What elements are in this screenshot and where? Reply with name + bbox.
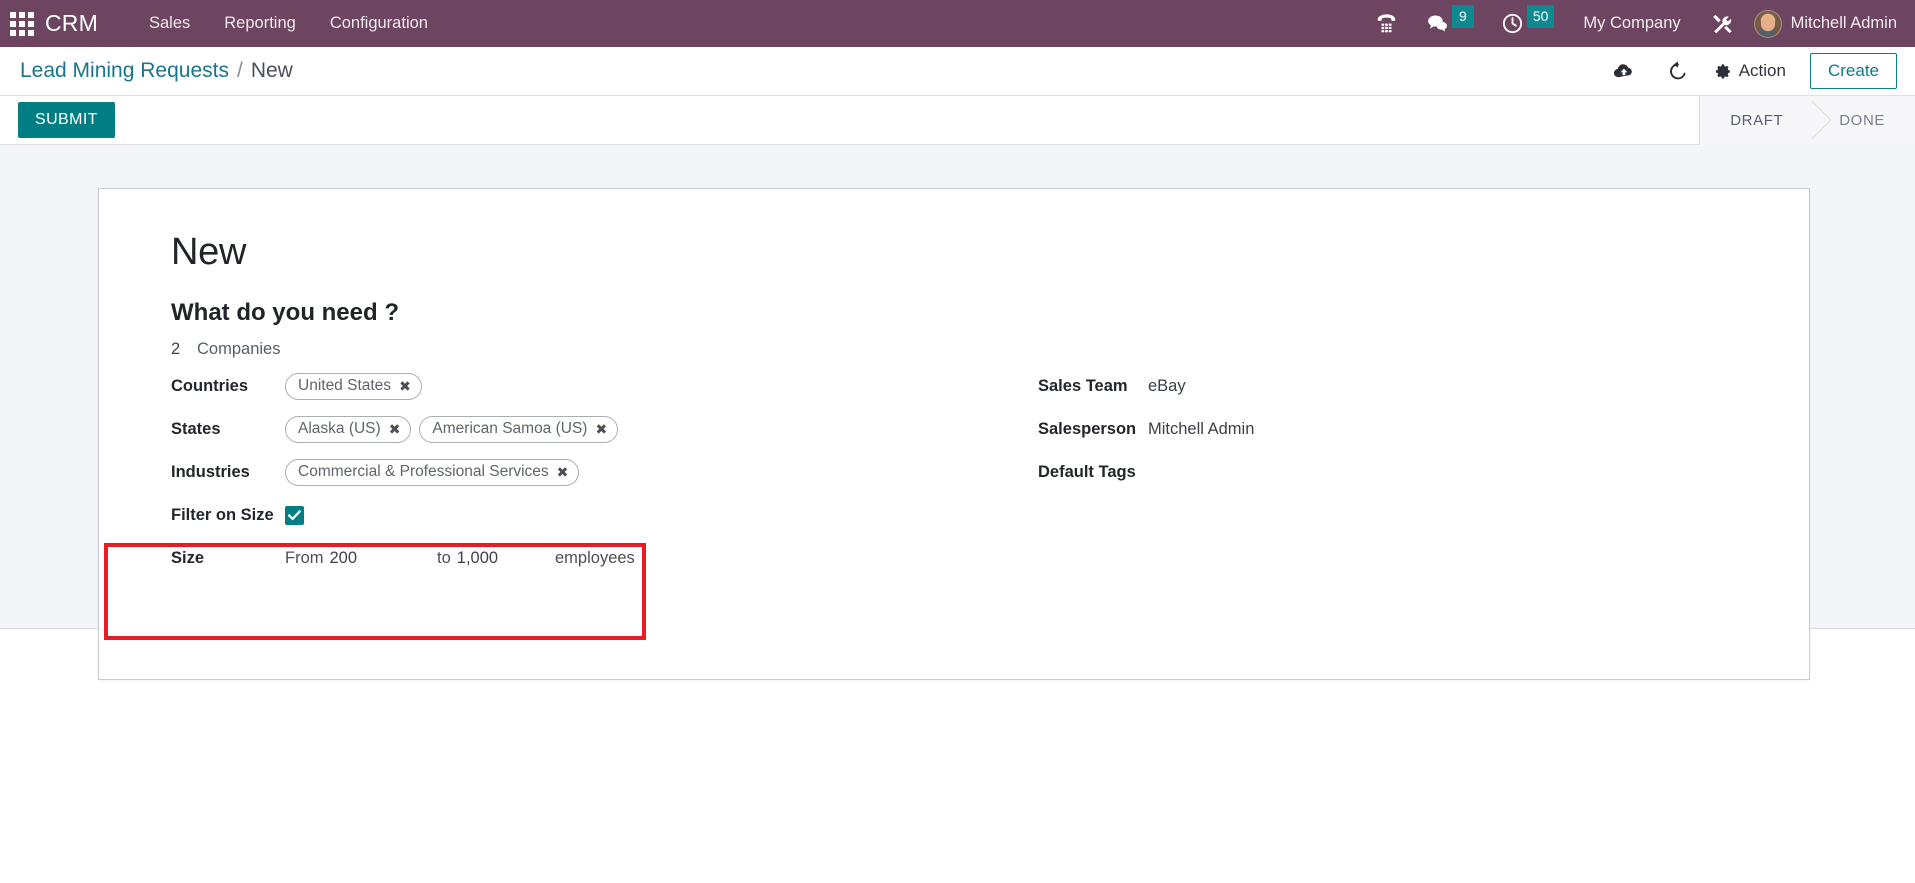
- apps-grid-icon[interactable]: [9, 11, 35, 37]
- action-menu-label: Action: [1738, 61, 1786, 80]
- label-industries: Industries: [171, 463, 250, 481]
- field-row-sales-team: Sales Team eBay: [1038, 365, 1759, 408]
- label-states: States: [171, 420, 221, 438]
- form-column-left: 2 Companies Countries United States ✖ St…: [149, 333, 954, 580]
- submit-button[interactable]: SUBMIT: [18, 102, 115, 138]
- menu-sales[interactable]: Sales: [132, 0, 207, 47]
- tag-label: Alaska (US): [298, 420, 381, 437]
- activities-button[interactable]: 50: [1487, 0, 1568, 47]
- section-title: What do you need ?: [171, 299, 399, 326]
- messages-badge: 9: [1451, 5, 1474, 28]
- field-row-default-tags: Default Tags: [1038, 451, 1759, 494]
- tags-countries[interactable]: United States ✖: [285, 373, 422, 400]
- field-row-salesperson: Salesperson Mitchell Admin: [1038, 408, 1759, 451]
- save-record-button[interactable]: [1597, 51, 1651, 91]
- tag-label: American Samoa (US): [432, 420, 588, 437]
- tag-remove-icon[interactable]: ✖: [595, 422, 607, 436]
- field-row-filter-on-size: Filter on Size: [171, 494, 954, 536]
- label-countries: Countries: [171, 377, 249, 395]
- tag-remove-icon[interactable]: ✖: [557, 465, 569, 479]
- size-to-group: to 1,000: [437, 549, 555, 568]
- voip-phone-icon: [1377, 14, 1396, 33]
- systray: 9 50 My Company Mitchell Admin: [1361, 0, 1915, 47]
- field-row-size: Size From 200 to 1,000 employees: [171, 536, 954, 580]
- tools-wrench-icon: [1712, 14, 1732, 34]
- right-column-spacer: [1038, 333, 1759, 365]
- cloud-upload-icon: [1613, 64, 1632, 78]
- stage-pipeline: DRAFT DONE: [1699, 95, 1915, 145]
- create-button[interactable]: Create: [1809, 53, 1897, 89]
- undo-rotate-icon: [1669, 61, 1686, 80]
- top-navbar: CRM Sales Reporting Configuration 9 50 M…: [0, 0, 1915, 47]
- tag-label: Commercial & Professional Services: [298, 463, 549, 480]
- breadcrumb-current: New: [250, 59, 293, 82]
- discard-changes-button[interactable]: [1651, 51, 1705, 91]
- action-menu-button[interactable]: Action: [1705, 61, 1802, 81]
- field-row-states: States Alaska (US) ✖ American Samoa (US)…: [171, 408, 954, 451]
- companies-count-value[interactable]: 2: [171, 340, 197, 359]
- label-default-tags: Default Tags: [1038, 463, 1136, 481]
- companies-count-row: 2 Companies: [171, 333, 954, 365]
- companies-count-label: Companies: [197, 339, 281, 358]
- menu-reporting[interactable]: Reporting: [207, 0, 313, 47]
- form-columns: 2 Companies Countries United States ✖ St…: [149, 333, 1759, 580]
- size-to-input[interactable]: 1,000: [457, 549, 498, 568]
- page-title: New: [171, 231, 247, 273]
- tag-remove-icon[interactable]: ✖: [399, 379, 411, 393]
- label-size: Size: [171, 548, 205, 567]
- label-filter-on-size: Filter on Size: [171, 505, 274, 524]
- developer-tools-button[interactable]: [1697, 0, 1748, 47]
- size-from-input[interactable]: 200: [330, 549, 358, 568]
- form-sheet: New What do you need ? 2 Companies Count…: [98, 188, 1810, 680]
- label-sales-team: Sales Team: [1038, 377, 1128, 395]
- activities-badge: 50: [1526, 5, 1555, 28]
- tag-state-alaska[interactable]: Alaska (US) ✖: [285, 416, 412, 443]
- stage-draft[interactable]: DRAFT: [1700, 95, 1814, 145]
- form-column-right: Sales Team eBay Salesperson Mitchell Adm…: [954, 333, 1759, 580]
- menu-configuration[interactable]: Configuration: [313, 0, 445, 47]
- size-to-prefix: to: [437, 548, 451, 567]
- control-panel: Lead Mining Requests / New Action Create: [0, 47, 1915, 96]
- tag-industry[interactable]: Commercial & Professional Services ✖: [285, 459, 580, 486]
- company-switcher[interactable]: My Company: [1567, 0, 1696, 47]
- gear-icon: [1715, 63, 1730, 79]
- filter-on-size-checkbox[interactable]: [285, 505, 304, 525]
- avatar: [1753, 9, 1782, 38]
- breadcrumb-separator: /: [236, 59, 243, 82]
- messages-button[interactable]: 9: [1412, 0, 1487, 47]
- voip-phone-button[interactable]: [1361, 0, 1412, 47]
- tags-industries[interactable]: Commercial & Professional Services ✖: [285, 459, 580, 486]
- value-salesperson[interactable]: Mitchell Admin: [1148, 420, 1254, 439]
- user-name: Mitchell Admin: [1790, 14, 1897, 32]
- tag-remove-icon[interactable]: ✖: [389, 422, 401, 436]
- size-from-group: From 200: [285, 549, 437, 568]
- activities-clock-icon: [1502, 13, 1522, 34]
- field-row-countries: Countries United States ✖: [171, 365, 954, 408]
- size-unit-label: employees: [555, 548, 635, 567]
- messages-icon: [1427, 15, 1447, 32]
- tag-country[interactable]: United States ✖: [285, 373, 422, 400]
- value-sales-team[interactable]: eBay: [1148, 377, 1186, 396]
- app-brand-crm[interactable]: CRM: [45, 10, 98, 37]
- tag-state-american-samoa[interactable]: American Samoa (US) ✖: [419, 416, 619, 443]
- field-row-industries: Industries Commercial & Professional Ser…: [171, 451, 954, 494]
- control-panel-actions: Action Create: [1597, 51, 1897, 91]
- tag-label: United States: [298, 377, 392, 394]
- label-salesperson: Salesperson: [1038, 420, 1137, 438]
- status-bar: SUBMIT DRAFT DONE: [0, 95, 1915, 145]
- breadcrumb-lead-mining-requests[interactable]: Lead Mining Requests: [20, 59, 229, 83]
- checkmark-icon: [288, 509, 301, 521]
- user-menu[interactable]: Mitchell Admin: [1748, 0, 1905, 47]
- size-from-prefix: From: [285, 548, 324, 567]
- tags-states[interactable]: Alaska (US) ✖ American Samoa (US) ✖: [285, 416, 619, 443]
